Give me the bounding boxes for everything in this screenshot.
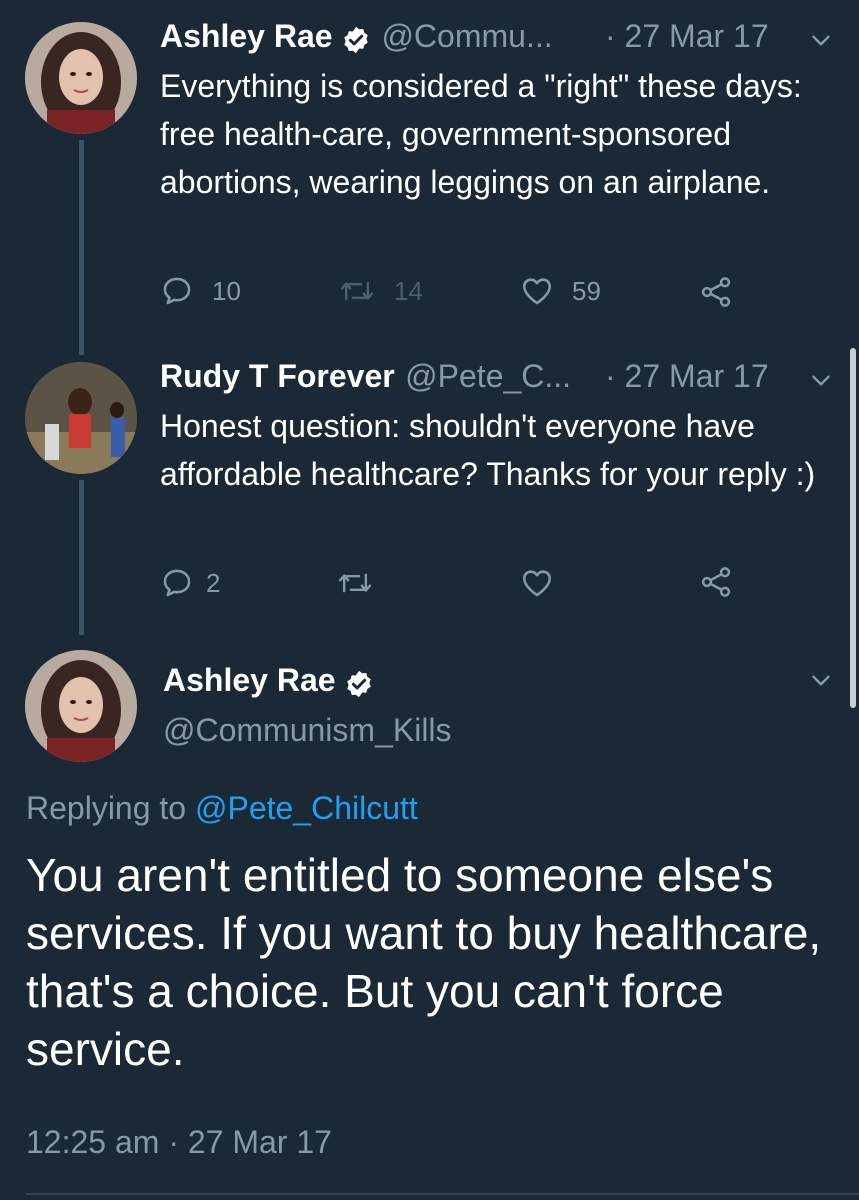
reply-count: 2: [206, 567, 221, 598]
divider: [26, 1193, 859, 1195]
chevron-down-icon[interactable]: [808, 28, 834, 54]
like-icon: [522, 570, 552, 597]
share-icon: [701, 277, 731, 307]
chevron-down-icon[interactable]: [808, 368, 834, 394]
avatar[interactable]: [25, 650, 137, 762]
display-name[interactable]: Ashley Rae: [160, 18, 333, 54]
tweet-text: Everything is considered a "right" these…: [160, 68, 802, 200]
share-button[interactable]: [698, 564, 734, 600]
chevron-down-icon[interactable]: [808, 668, 834, 694]
avatar[interactable]: [25, 362, 137, 474]
verified-badge-icon: [344, 26, 368, 53]
scrollbar-thumb[interactable]: [850, 348, 856, 708]
tweet[interactable]: Rudy T Forever @Pete_C... · 27 Mar 17 Ho…: [0, 340, 859, 640]
tweet-timestamp: 12:25 am · 27 Mar 17: [26, 1124, 332, 1160]
avatar-image: [25, 362, 137, 474]
tweet-date[interactable]: · 27 Mar 17: [605, 18, 769, 55]
tweet-header: Rudy T Forever @Pete_C...: [160, 358, 571, 395]
share-icon: [701, 567, 731, 597]
share-button[interactable]: [698, 274, 734, 310]
reply-icon: [163, 277, 191, 305]
handle[interactable]: @Communism_Kills: [163, 712, 452, 749]
handle[interactable]: @Commu...: [381, 18, 552, 54]
tweet-header: Ashley Rae: [163, 662, 374, 699]
display-name[interactable]: Rudy T Forever: [160, 358, 395, 394]
retweet-icon: [338, 573, 372, 593]
replying-to: Replying to @Pete_Chilcutt: [26, 790, 418, 827]
reply-icon: [163, 569, 191, 597]
retweet-count: 14: [394, 275, 423, 306]
tweet-date[interactable]: · 27 Mar 17: [605, 358, 769, 395]
retweet-icon: [340, 281, 374, 301]
focused-tweet: Ashley Rae @Communism_Kills Replying to …: [0, 640, 859, 1200]
tweet-text: Honest question: shouldn't everyone have…: [160, 408, 816, 492]
reply-count: 10: [212, 275, 241, 306]
verified-badge-icon: [347, 670, 371, 697]
tweet-header: Ashley Rae @Commu...: [160, 18, 553, 55]
tweet[interactable]: Ashley Rae @Commu... · 27 Mar 17 Everyth…: [0, 0, 859, 335]
display-name[interactable]: Ashley Rae: [163, 662, 336, 698]
handle[interactable]: @Pete_C...: [405, 358, 571, 394]
reply-button[interactable]: 10: [160, 274, 241, 308]
retweet-button[interactable]: [336, 566, 374, 600]
like-icon: [522, 278, 552, 305]
like-count: 59: [572, 275, 601, 306]
replying-to-label: Replying to: [26, 790, 187, 826]
retweet-button[interactable]: 14: [338, 274, 423, 308]
reply-button[interactable]: 2: [160, 566, 220, 600]
like-button[interactable]: 59: [520, 274, 601, 308]
focused-tweet-text: You aren't entitled to someone else's se…: [26, 849, 822, 1075]
replying-to-link[interactable]: @Pete_Chilcutt: [195, 790, 418, 826]
avatar[interactable]: [25, 22, 137, 134]
avatar-image: [25, 650, 137, 762]
avatar-image: [25, 22, 137, 134]
like-button[interactable]: [520, 566, 554, 600]
